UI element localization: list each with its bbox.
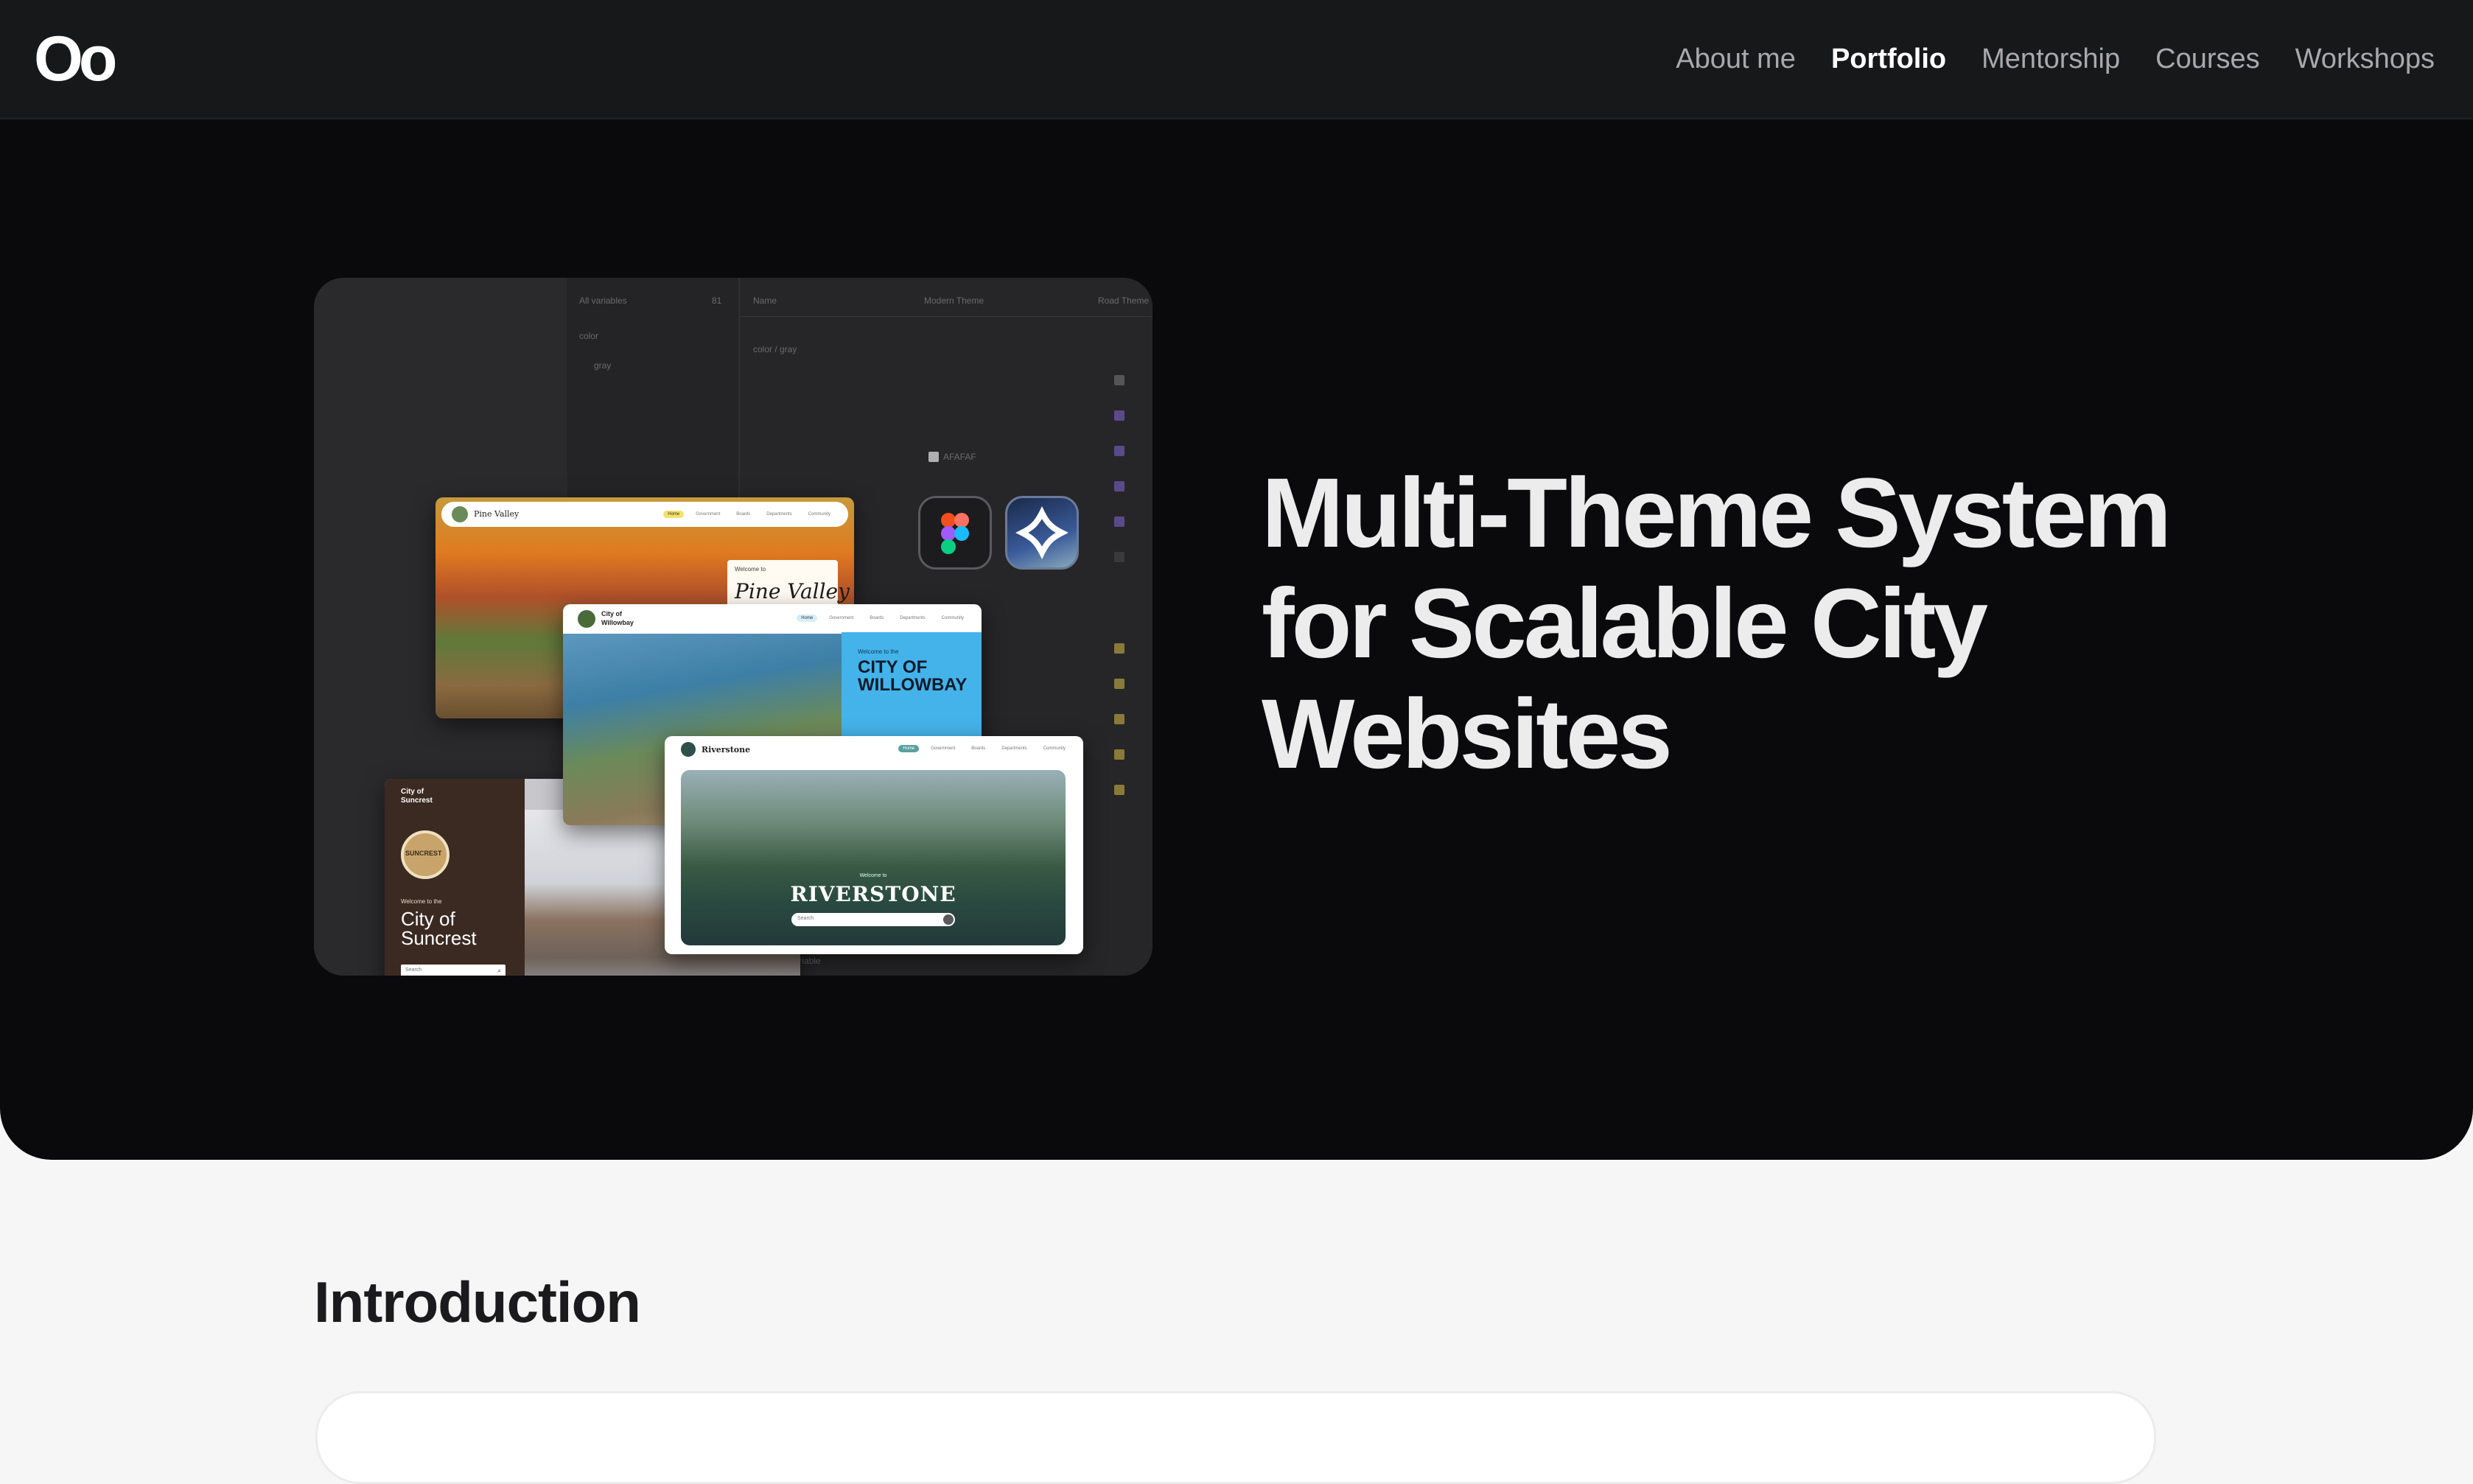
hero-section: All variables 81 color gray Name Modern … (0, 119, 2473, 1160)
welcome-title-line2: Suncrest (401, 927, 477, 949)
hero-title-line: Multi-Theme System (1262, 458, 2172, 568)
site-tab: Boards (870, 616, 884, 620)
site-name-line1: City of (401, 788, 424, 796)
site-tab: Departments (1001, 746, 1027, 751)
site-name: Riverstone (702, 745, 751, 755)
color-swatch (1114, 552, 1124, 562)
site-name-line2: Willowbay (601, 619, 634, 626)
site-tab: Community (1043, 746, 1066, 751)
site-tab: Government (829, 616, 854, 620)
site-header-bar: City of Willowbay Home Government Boards… (563, 604, 982, 634)
site-name: Pine Valley (474, 509, 520, 519)
welcome-title-line1: City of (401, 908, 455, 930)
variables-group-label: color (579, 331, 599, 341)
nav-link-mentorship[interactable]: Mentorship (1981, 38, 2120, 80)
suncrest-sidebar: City of Suncrest SUNCREST Welcome to the… (385, 779, 525, 976)
welcome-text: Welcome to the (401, 898, 442, 905)
welcome-title-line2: WILLOWBAY (858, 675, 968, 695)
site-tab: Boards (971, 746, 986, 751)
search-input[interactable]: Search ⌕ (401, 965, 506, 976)
top-navigation: Oo About me Portfolio Mentorship Courses… (0, 0, 2473, 119)
riverstone-screenshot: Riverstone Home Government Boards Depart… (665, 736, 1083, 954)
color-swatch (1114, 410, 1124, 421)
city-seal-icon (452, 506, 468, 522)
variables-count: 81 (712, 295, 722, 306)
variables-sub-label: gray (594, 360, 612, 371)
site-tab: Government (696, 512, 721, 517)
color-swatch (1114, 375, 1124, 385)
nav-link-workshops[interactable]: Workshops (2295, 38, 2435, 80)
color-swatch (1114, 517, 1124, 527)
site-tab: Home (797, 615, 818, 622)
introduction-heading: Introduction (314, 1270, 641, 1334)
nav-link-courses[interactable]: Courses (2155, 38, 2260, 80)
site-tab: Boards (736, 512, 751, 517)
site-tab: Departments (766, 512, 792, 517)
nav-links: About me Portfolio Mentorship Courses Wo… (1640, 38, 2435, 80)
hex-value: AFAFAF (943, 452, 976, 462)
river-photo: Welcome to RIVERSTONE Search (681, 770, 1066, 945)
column-name-header: Name (753, 295, 777, 306)
search-placeholder: Search (405, 967, 422, 973)
hero-title: Multi-Theme System for Scalable City Web… (1262, 458, 2220, 790)
site-tab: Home (663, 511, 685, 518)
column-theme2-header: Road Theme (1098, 295, 1150, 306)
hero-image: All variables 81 color gray Name Modern … (314, 278, 1152, 976)
site-header-bar: Pine Valley Home Government Boards Depar… (441, 502, 848, 527)
site-tabs: Home Government Boards Departments Commu… (797, 615, 968, 622)
welcome-title-line1: CITY OF (858, 657, 928, 677)
search-icon[interactable] (943, 914, 954, 925)
welcome-text: Welcome to the (858, 648, 899, 655)
site-tab: Community (808, 512, 830, 517)
color-swatch (928, 452, 939, 462)
hero-title-line: Websites (1262, 679, 1673, 789)
variables-sidebar-header: All variables (579, 295, 627, 306)
search-input[interactable]: Search (791, 913, 955, 926)
site-logo[interactable]: Oo (34, 24, 117, 94)
city-seal-icon (681, 742, 696, 757)
color-swatch (1114, 679, 1124, 689)
color-swatch (1114, 714, 1124, 724)
welcome-title: Pine Valley (735, 579, 850, 603)
site-tab: Government (931, 746, 956, 751)
column-theme-header: Modern Theme (924, 295, 984, 306)
city-seal-icon: SUNCREST (401, 830, 450, 879)
color-swatch (1114, 785, 1124, 795)
site-tab: Home (898, 745, 920, 752)
welcome-text: Welcome to (859, 873, 887, 878)
site-tab: Departments (900, 616, 926, 620)
panel-divider (738, 316, 1152, 317)
hero-title-line: for Scalable City (1262, 569, 1988, 679)
site-name-line1: City of (601, 610, 622, 617)
color-swatch (1114, 749, 1124, 760)
site-tabs: Home Government Boards Departments Commu… (663, 511, 835, 518)
city-seal-icon (578, 610, 595, 628)
site-name-line2: Suncrest (401, 797, 433, 805)
variables-breadcrumb: color / gray (753, 344, 797, 354)
nav-link-portfolio[interactable]: Portfolio (1831, 38, 1946, 80)
framer-icon (1005, 496, 1079, 570)
nav-link-about-me[interactable]: About me (1676, 38, 1796, 80)
welcome-title: RIVERSTONE (790, 882, 956, 906)
color-swatch (1114, 643, 1124, 654)
color-swatch (1114, 446, 1124, 456)
search-icon[interactable]: ⌕ (497, 967, 501, 975)
site-tabs: Home Government Boards Departments Commu… (898, 745, 1070, 752)
figma-icon (918, 496, 992, 570)
seal-text: SUNCREST (405, 850, 442, 857)
search-placeholder: Search (797, 916, 814, 921)
site-tab: Community (941, 616, 964, 620)
content-card (315, 1391, 2156, 1484)
welcome-text: Welcome to (735, 566, 766, 573)
color-swatch (1114, 481, 1124, 491)
